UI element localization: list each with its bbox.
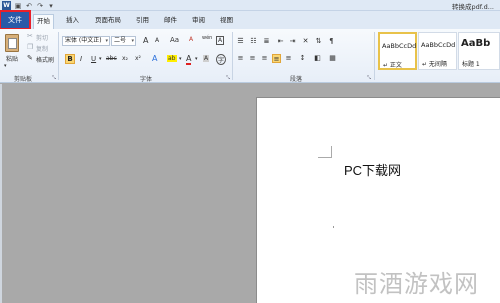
scissors-icon[interactable]: ✂ [27, 32, 33, 41]
quick-access-toolbar: W ▣ ↶ ↷ ▾ [2, 1, 55, 10]
shading-icon[interactable]: ◧ [313, 54, 322, 63]
font-color-dropdown-icon[interactable]: ▾ [195, 55, 198, 64]
style-sample: AaBb [461, 38, 491, 49]
align-right-icon[interactable]: ≡ [260, 54, 269, 63]
undo-icon[interactable]: ↶ [25, 2, 33, 10]
text-cursor-mark [333, 226, 334, 228]
margin-corner-mark [318, 146, 332, 158]
align-center-icon[interactable]: ≡ [248, 54, 257, 63]
char-shading-button[interactable]: A [203, 55, 210, 62]
tab-view[interactable]: 视图 [217, 14, 236, 29]
chevron-down-icon: ▾ [105, 38, 108, 44]
paragraph-group-label: 段落 [290, 76, 303, 83]
strikethrough-button[interactable]: abc [106, 55, 117, 62]
copy-icon[interactable]: ❐ [27, 43, 33, 52]
style-name: 标题 1 [462, 61, 480, 68]
highlight-button[interactable]: ab [167, 55, 177, 62]
style-name: ↵ 正文 [383, 62, 402, 69]
underline-button[interactable]: U [91, 55, 96, 63]
clipboard-group-label: 剪贴板 [14, 76, 33, 83]
title-bar: W ▣ ↶ ↷ ▾ 转换成pdf.d... [0, 0, 500, 11]
superscript-button[interactable]: x² [135, 55, 141, 62]
show-marks-icon[interactable]: ¶ [327, 37, 336, 46]
font-group-label: 字体 [140, 76, 153, 83]
tab-home[interactable]: 开始 [33, 14, 54, 29]
paste-button[interactable] [3, 32, 21, 54]
sort-icon[interactable]: ⇅ [314, 37, 323, 46]
format-painter-icon[interactable]: ✎ [27, 54, 33, 63]
ribbon: 粘贴 ▾ ✂ 剪切 ❐ 复制 ✎ 格式刷 剪贴板 ⤡ 宋体 (中文正) ▾ 二号… [0, 29, 500, 83]
font-size-value: 二号 [114, 37, 127, 44]
text-effect-button[interactable]: A [152, 54, 157, 63]
style-no-spacing[interactable]: AaBbCcDd ↵ 无间隔 [418, 32, 457, 70]
watermark: 雨酒游戏网 [354, 270, 479, 298]
document-title: 转换成pdf.d... [452, 3, 494, 11]
distributed-icon[interactable]: ≡ [284, 54, 293, 63]
style-sample: AaBbCcDd [421, 41, 456, 49]
tab-page-layout[interactable]: 页面布局 [92, 14, 124, 29]
paragraph-launcher-icon[interactable]: ⤡ [367, 75, 371, 81]
paper-icon [8, 38, 17, 49]
clear-format-button[interactable]: A [189, 36, 193, 43]
font-name-value: 宋体 (中文正) [65, 37, 102, 44]
bullets-icon[interactable]: ☰ [236, 37, 245, 46]
enclose-char-button[interactable]: 字 [216, 54, 227, 65]
multilevel-list-icon[interactable]: ≣ [262, 37, 271, 46]
font-name-combo[interactable]: 宋体 (中文正) ▾ [62, 36, 110, 46]
group-divider [232, 32, 233, 80]
grow-font-button[interactable]: A [143, 36, 148, 45]
font-color-button[interactable]: A [186, 54, 192, 65]
tab-mailings[interactable]: 邮件 [161, 14, 180, 29]
style-normal[interactable]: AaBbCcDd ↵ 正文 [378, 32, 417, 70]
group-divider [58, 32, 59, 80]
font-launcher-icon[interactable]: ⤡ [226, 75, 230, 81]
italic-button[interactable]: I [80, 55, 82, 63]
clipboard-launcher-icon[interactable]: ⤡ [52, 75, 56, 81]
style-sample: AaBbCcDd [382, 42, 417, 50]
shrink-font-button[interactable]: A [155, 37, 159, 44]
char-border-button[interactable]: A [216, 36, 225, 45]
file-tab[interactable]: 文件 [0, 10, 31, 30]
document-text[interactable]: PC下载网 [344, 160, 401, 179]
save-icon[interactable]: ▣ [14, 2, 22, 10]
redo-icon[interactable]: ↷ [36, 2, 44, 10]
align-left-icon[interactable]: ≡ [236, 54, 245, 63]
customize-qat-icon[interactable]: ▾ [47, 2, 55, 10]
tab-insert[interactable]: 插入 [63, 14, 82, 29]
justify-icon[interactable]: ≡ [272, 54, 281, 63]
paste-label: 粘贴 [6, 56, 19, 63]
bold-button[interactable]: B [65, 54, 75, 64]
subscript-button[interactable]: x₂ [122, 55, 128, 62]
cut-button[interactable]: 剪切 [36, 33, 48, 42]
phonetic-guide-button[interactable]: wén [202, 35, 212, 41]
chevron-down-icon: ▾ [131, 38, 134, 44]
group-divider [374, 32, 375, 80]
format-painter-button[interactable]: 格式刷 [36, 55, 54, 64]
line-spacing-icon[interactable]: ↕ [298, 54, 307, 63]
paste-dropdown-icon[interactable]: ▾ [4, 62, 7, 71]
underline-dropdown-icon[interactable]: ▾ [99, 55, 102, 64]
copy-button[interactable]: 复制 [36, 44, 48, 53]
vertical-ruler [0, 84, 2, 303]
decrease-indent-icon[interactable]: ⇤ [276, 37, 285, 46]
highlight-dropdown-icon[interactable]: ▾ [179, 55, 182, 64]
font-size-combo[interactable]: 二号 ▾ [111, 36, 136, 46]
increase-indent-icon[interactable]: ⇥ [288, 37, 297, 46]
style-heading-1[interactable]: AaBb 标题 1 [458, 32, 500, 70]
style-name: ↵ 无间隔 [422, 61, 447, 68]
change-case-button[interactable]: Aa [170, 36, 179, 44]
borders-icon[interactable]: ▦ [328, 54, 337, 63]
chinese-layout-icon[interactable]: ✕ [301, 37, 310, 46]
ribbon-tabs: 文件 开始 插入 页面布局 引用 邮件 审阅 视图 [0, 10, 500, 30]
word-logo-icon[interactable]: W [2, 1, 11, 10]
tab-review[interactable]: 审阅 [189, 14, 208, 29]
tab-references[interactable]: 引用 [133, 14, 152, 29]
numbering-icon[interactable]: ☷ [249, 37, 258, 46]
